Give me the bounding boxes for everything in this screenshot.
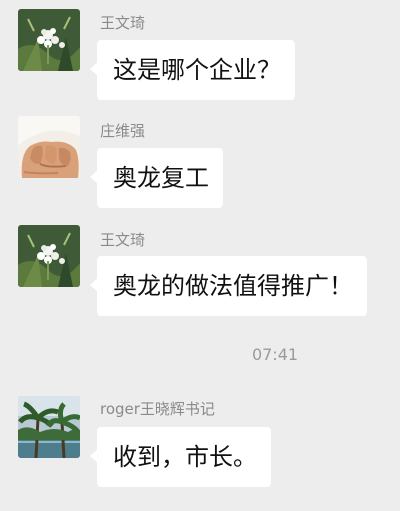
white-flower-avatar-icon[interactable] — [18, 9, 80, 71]
sender-name: 王文琦 — [100, 14, 146, 32]
message-bubble[interactable]: 奥龙的做法值得推广！ — [90, 256, 367, 316]
message-timestamp: 07:41 — [251, 345, 299, 364]
message-bubble[interactable]: 奥龙复工 — [90, 148, 223, 208]
chat-area: 王文琦 这是哪个企业？ 庄维强 奥龙复工 王文琦 奥龙的做法值得推广！ 07:4… — [0, 0, 400, 511]
white-flower-avatar-icon[interactable] — [18, 225, 80, 287]
fist-avatar-icon[interactable] — [18, 116, 80, 178]
message-bubble[interactable]: 这是哪个企业？ — [90, 40, 295, 100]
sender-name: 王文琦 — [100, 231, 146, 249]
message-bubble[interactable]: 收到，市长。 — [90, 427, 271, 487]
sender-name: roger王晓辉书记 — [100, 400, 215, 418]
sender-name: 庄维强 — [100, 122, 146, 140]
palm-trees-avatar-icon[interactable] — [18, 396, 80, 458]
